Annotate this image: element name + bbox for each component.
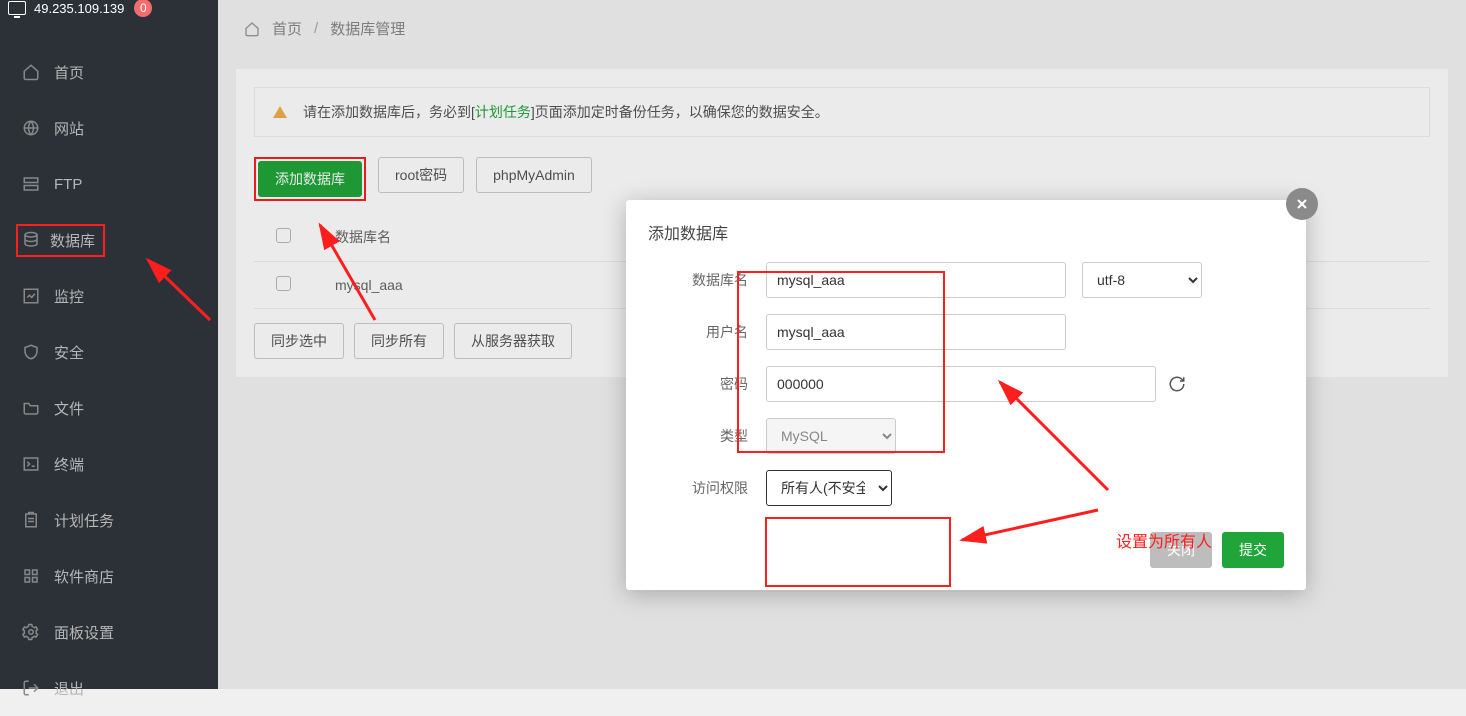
monitor-icon (8, 1, 26, 15)
modal-footer: 关闭 提交 (626, 514, 1306, 590)
row-type: 类型 MySQL (626, 410, 1306, 462)
sidebar-item-monitor[interactable]: 监控 (0, 268, 218, 324)
encoding-select[interactable]: utf-8 (1082, 262, 1202, 298)
sidebar-item-label: 文件 (54, 398, 84, 419)
sidebar-menu: 首页 网站 FTP 数据库 监控 安全 文件 (0, 44, 218, 716)
modal-submit-button[interactable]: 提交 (1222, 532, 1284, 568)
sidebar-item-home[interactable]: 首页 (0, 44, 218, 100)
sidebar-item-label: 数据库 (50, 230, 95, 251)
close-icon (1294, 196, 1310, 212)
database-icon (22, 231, 40, 249)
dbpwd-input[interactable] (766, 366, 1156, 402)
sidebar-item-settings[interactable]: 面板设置 (0, 604, 218, 660)
sidebar-item-label: 面板设置 (54, 622, 114, 643)
row-dbname: 数据库名 utf-8 (626, 254, 1306, 306)
sidebar: 49.235.109.139 0 首页 网站 FTP 数据库 监控 安全 (0, 0, 218, 689)
server-ip: 49.235.109.139 (34, 1, 124, 16)
logout-icon (22, 679, 40, 697)
regen-password-button[interactable] (1168, 375, 1186, 393)
chart-icon (22, 287, 40, 305)
sidebar-item-files[interactable]: 文件 (0, 380, 218, 436)
label-password: 密码 (648, 374, 766, 394)
refresh-icon (1168, 375, 1186, 393)
globe-icon (22, 119, 40, 137)
label-user: 用户名 (648, 322, 766, 342)
sidebar-item-label: FTP (54, 176, 82, 193)
sidebar-item-label: 软件商店 (54, 566, 114, 587)
dbname-input[interactable] (766, 262, 1066, 298)
home-icon (22, 63, 40, 81)
sidebar-header: 49.235.109.139 0 (0, 0, 218, 20)
terminal-icon (22, 455, 40, 473)
sidebar-item-label: 退出 (54, 678, 84, 699)
label-dbname: 数据库名 (648, 270, 766, 290)
dbuser-input[interactable] (766, 314, 1066, 350)
modal-title: 添加数据库 (626, 200, 1306, 254)
sidebar-item-database[interactable]: 数据库 (0, 212, 218, 268)
annot-set-all-text: 设置为所有人 (1116, 528, 1212, 552)
row-perm: 访问权限 所有人(不安全) (626, 462, 1306, 514)
dbperm-select[interactable]: 所有人(不安全) (766, 470, 892, 506)
sidebar-item-label: 安全 (54, 342, 84, 363)
shield-icon (22, 343, 40, 361)
sidebar-item-cron[interactable]: 计划任务 (0, 492, 218, 548)
sidebar-item-security[interactable]: 安全 (0, 324, 218, 380)
alert-badge[interactable]: 0 (134, 0, 152, 17)
sidebar-item-site[interactable]: 网站 (0, 100, 218, 156)
modal-close-button[interactable] (1286, 188, 1318, 220)
sidebar-item-label: 终端 (54, 454, 84, 475)
dbtype-select[interactable]: MySQL (766, 418, 896, 454)
ftp-icon (22, 175, 40, 193)
label-perm: 访问权限 (648, 478, 766, 498)
sidebar-item-logout[interactable]: 退出 (0, 660, 218, 716)
sidebar-item-label: 首页 (54, 62, 84, 83)
sidebar-item-label: 监控 (54, 286, 84, 307)
sidebar-item-terminal[interactable]: 终端 (0, 436, 218, 492)
row-user: 用户名 (626, 306, 1306, 358)
label-type: 类型 (648, 426, 766, 446)
sidebar-item-label: 网站 (54, 118, 84, 139)
sidebar-item-label: 计划任务 (54, 510, 114, 531)
grid-icon (22, 567, 40, 585)
clipboard-icon (22, 511, 40, 529)
sidebar-item-ftp[interactable]: FTP (0, 156, 218, 212)
gear-icon (22, 623, 40, 641)
sidebar-item-appstore[interactable]: 软件商店 (0, 548, 218, 604)
folder-icon (22, 399, 40, 417)
row-password: 密码 (626, 358, 1306, 410)
